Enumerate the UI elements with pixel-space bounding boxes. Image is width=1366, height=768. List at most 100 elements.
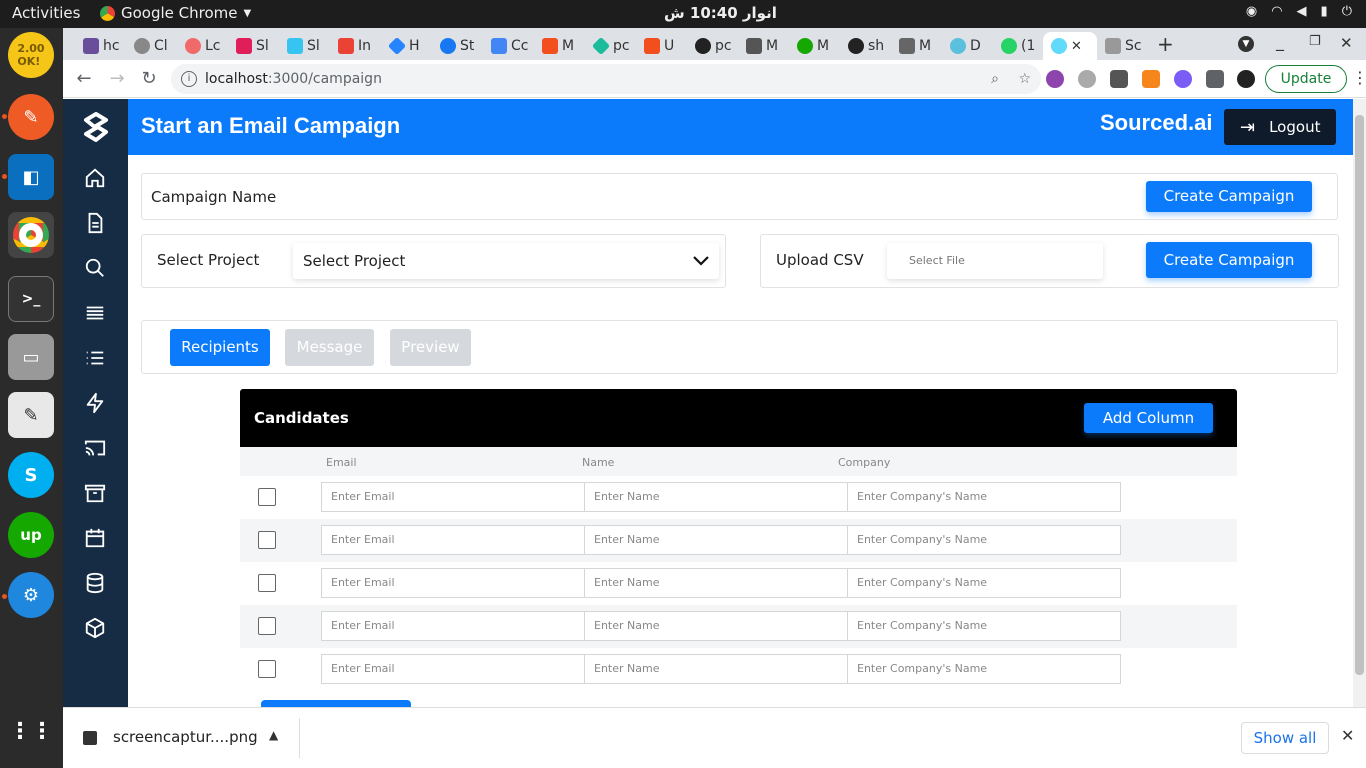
browser-tab[interactable]: St xyxy=(432,32,483,60)
project-select[interactable]: Select Project xyxy=(293,243,719,279)
app-logo[interactable] xyxy=(63,99,128,155)
row-checkbox[interactable] xyxy=(258,488,276,506)
browser-tab[interactable]: sh xyxy=(840,32,891,60)
create-campaign-button[interactable]: Create Campaign xyxy=(1146,181,1312,212)
document-icon[interactable] xyxy=(84,212,106,234)
new-tab-icon[interactable]: + xyxy=(1157,32,1174,56)
browser-tab[interactable]: pc xyxy=(687,32,738,60)
company-input[interactable]: Enter Company's Name xyxy=(847,568,1121,598)
dock-app-skype[interactable]: S xyxy=(8,452,54,498)
menu-icon[interactable] xyxy=(84,302,106,324)
extension-globe-icon[interactable] xyxy=(1078,70,1096,88)
browser-tab[interactable]: U xyxy=(636,32,687,60)
search-icon[interactable] xyxy=(84,257,106,279)
dock-app-terminal[interactable]: >_ xyxy=(8,276,54,322)
cast-icon[interactable] xyxy=(84,437,106,459)
browser-tab[interactable]: M xyxy=(891,32,942,60)
browser-tab-active[interactable]: ✕ xyxy=(1043,32,1097,60)
calendar-icon[interactable] xyxy=(84,527,106,549)
row-checkbox[interactable] xyxy=(258,574,276,592)
dock-app-vscode[interactable]: ◧ xyxy=(8,154,54,200)
dock-app-upwork[interactable]: up xyxy=(8,512,54,558)
browser-tab[interactable]: (1 xyxy=(993,32,1044,60)
address-bar[interactable]: i localhost:3000/campaign ⌕ ☆ xyxy=(171,64,1041,94)
tab-message[interactable]: Message xyxy=(285,329,374,366)
add-row-button[interactable] xyxy=(261,700,411,707)
extension-metamask-icon[interactable] xyxy=(1142,70,1160,88)
tab-close-icon[interactable]: ✕ xyxy=(1071,39,1082,54)
email-input[interactable]: Enter Email xyxy=(321,611,585,641)
extensions-puzzle-icon[interactable] xyxy=(1206,70,1224,88)
browser-tab[interactable]: D xyxy=(942,32,993,60)
scrollbar-thumb[interactable] xyxy=(1355,115,1364,675)
name-input[interactable]: Enter Name xyxy=(584,568,848,598)
show-all-button[interactable]: Show all xyxy=(1241,722,1329,754)
browser-tab[interactable]: M xyxy=(738,32,789,60)
browser-tab[interactable]: In xyxy=(330,32,381,60)
app-menu[interactable]: Google Chrome ▼ xyxy=(100,4,251,22)
show-applications-button[interactable]: ⋮⋮ xyxy=(8,708,54,754)
email-input[interactable]: Enter Email xyxy=(321,482,585,512)
list-icon[interactable] xyxy=(84,347,106,369)
site-info-icon[interactable]: i xyxy=(181,71,197,87)
dock-app-okular[interactable]: 2.00 OK! xyxy=(8,32,54,78)
tab-search-icon[interactable]: ▼ xyxy=(1238,36,1254,52)
browser-tab[interactable]: Cl xyxy=(126,32,177,60)
maximize-icon[interactable]: ❐ xyxy=(1309,34,1321,49)
create-campaign-csv-button[interactable]: Create Campaign xyxy=(1146,242,1312,278)
browser-tab[interactable]: Cc xyxy=(483,32,534,60)
browser-tab[interactable]: Sl xyxy=(279,32,330,60)
browser-tab[interactable]: pc xyxy=(585,32,636,60)
browser-tab[interactable]: hc xyxy=(75,32,126,60)
activities-button[interactable]: Activities xyxy=(12,4,80,22)
home-icon[interactable] xyxy=(84,167,106,189)
lightning-icon[interactable] xyxy=(84,392,106,414)
row-checkbox[interactable] xyxy=(258,617,276,635)
dock-app-postman[interactable]: ✎ xyxy=(8,94,54,140)
add-column-button[interactable]: Add Column xyxy=(1084,403,1213,433)
profile-avatar[interactable] xyxy=(1237,70,1255,88)
close-download-bar-icon[interactable]: ✕ xyxy=(1341,726,1354,745)
system-tray[interactable]: ◉ ◠ ◀ ▮ ⏻ xyxy=(1246,4,1352,19)
browser-menu-icon[interactable]: ⋮ xyxy=(1352,68,1366,87)
browser-tab[interactable]: Lc xyxy=(177,32,228,60)
tab-recipients[interactable]: Recipients xyxy=(170,329,270,366)
email-input[interactable]: Enter Email xyxy=(321,654,585,684)
reload-icon[interactable]: ↻ xyxy=(138,68,160,90)
forward-icon[interactable]: → xyxy=(106,68,128,90)
database-icon[interactable] xyxy=(84,572,106,594)
dock-app-chrome[interactable] xyxy=(8,212,54,258)
browser-tab[interactable]: Sl xyxy=(228,32,279,60)
browser-tab[interactable]: M xyxy=(534,32,585,60)
name-input[interactable]: Enter Name xyxy=(584,482,848,512)
download-item[interactable]: screencaptur....png xyxy=(113,728,258,746)
company-input[interactable]: Enter Company's Name xyxy=(847,525,1121,555)
chevron-up-icon[interactable]: ▲ xyxy=(269,728,278,742)
zoom-icon[interactable]: ⌕ xyxy=(991,64,999,94)
email-input[interactable]: Enter Email xyxy=(321,525,585,555)
dock-app-text-editor[interactable]: ✎ xyxy=(8,392,54,438)
update-button[interactable]: Update xyxy=(1265,65,1347,93)
close-window-icon[interactable]: ✕ xyxy=(1340,34,1353,52)
dock-app-files[interactable]: ▭ xyxy=(8,334,54,380)
name-input[interactable]: Enter Name xyxy=(584,611,848,641)
archive-icon[interactable] xyxy=(84,482,106,504)
package-icon[interactable] xyxy=(84,617,106,639)
csv-file-input[interactable]: Select File xyxy=(887,243,1103,279)
tab-preview[interactable]: Preview xyxy=(390,329,471,366)
row-checkbox[interactable] xyxy=(258,531,276,549)
page-scrollbar[interactable] xyxy=(1353,99,1366,707)
logout-button[interactable]: ⇥ Logout xyxy=(1224,109,1336,145)
browser-tab[interactable]: H xyxy=(381,32,432,60)
name-input[interactable]: Enter Name xyxy=(584,654,848,684)
company-input[interactable]: Enter Company's Name xyxy=(847,482,1121,512)
name-input[interactable]: Enter Name xyxy=(584,525,848,555)
company-input[interactable]: Enter Company's Name xyxy=(847,611,1121,641)
row-checkbox[interactable] xyxy=(258,660,276,678)
email-input[interactable]: Enter Email xyxy=(321,568,585,598)
minimize-icon[interactable]: _ xyxy=(1276,32,1284,51)
browser-tab[interactable]: Sc xyxy=(1097,32,1148,60)
clock[interactable]: انوار 10:40 ش xyxy=(664,4,777,22)
extension-badge-icon[interactable] xyxy=(1174,70,1192,88)
browser-tab[interactable]: M xyxy=(789,32,840,60)
